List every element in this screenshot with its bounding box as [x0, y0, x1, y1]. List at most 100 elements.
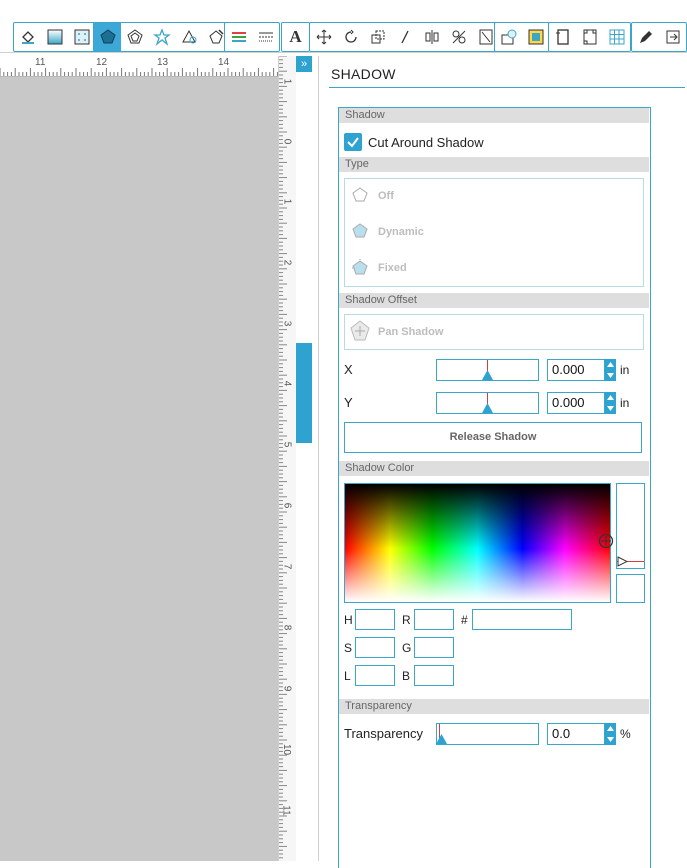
- y-unit: in: [620, 396, 630, 410]
- dynamic-pentagon-icon: [352, 223, 368, 238]
- text-style-icon[interactable]: A: [282, 23, 309, 51]
- grid-icon[interactable]: [603, 23, 630, 51]
- x-slider-thumb[interactable]: [482, 370, 493, 380]
- b-input[interactable]: [414, 665, 454, 686]
- toolbar-group-transform: [309, 22, 500, 52]
- y-offset-input[interactable]: 0.000: [547, 392, 605, 414]
- r-label: R: [402, 613, 411, 627]
- hash-label: #: [461, 613, 468, 627]
- l-input[interactable]: [355, 665, 395, 686]
- h-input[interactable]: [355, 609, 395, 630]
- section-header-offset: Shadow Offset: [339, 293, 649, 308]
- stepper-arrows-icon: [607, 395, 614, 411]
- align-icon[interactable]: [418, 23, 445, 51]
- ruler-label: 7: [281, 563, 293, 570]
- ruler-ticks: [0, 68, 278, 76]
- ruler-label: 14: [218, 57, 230, 68]
- x-label: X: [344, 362, 353, 377]
- spectrum-crosshair-icon[interactable]: [598, 533, 614, 549]
- stepper-arrows-icon: [607, 362, 614, 378]
- ruler-label: 2: [281, 259, 293, 266]
- h-label: H: [344, 613, 353, 627]
- trace-icon[interactable]: [495, 23, 522, 51]
- cut-around-shadow-checkbox[interactable]: [344, 133, 362, 151]
- rotate-icon[interactable]: [337, 23, 364, 51]
- x-offset-input[interactable]: 0.000: [547, 359, 605, 381]
- g-input[interactable]: [414, 637, 454, 658]
- ruler-label: 1: [281, 78, 293, 85]
- pan-shadow-label: Pan Shadow: [378, 326, 444, 338]
- toolbar-group-text: A: [281, 22, 310, 52]
- section-header-type: Type: [339, 157, 649, 172]
- hex-input[interactable]: [472, 609, 572, 630]
- ruler-label: 11: [280, 805, 292, 816]
- page-setup-icon[interactable]: [549, 23, 576, 51]
- offset-pentagon-icon[interactable]: [121, 23, 148, 51]
- transparency-input[interactable]: 0.0: [547, 723, 605, 745]
- ruler-label: 8: [281, 624, 293, 631]
- pan-shadow-icon: [350, 320, 370, 341]
- off-pentagon-icon: [352, 187, 368, 202]
- cutting-mat-canvas[interactable]: [0, 56, 278, 861]
- x-offset-slider[interactable]: [436, 359, 539, 381]
- fill-bucket-icon[interactable]: [14, 23, 41, 51]
- b-label: B: [402, 669, 411, 683]
- toolbar-group-trace: [494, 22, 550, 52]
- luminance-slider[interactable]: [616, 483, 645, 569]
- shear-icon[interactable]: [391, 23, 418, 51]
- y-offset-slider[interactable]: [436, 392, 539, 414]
- shadow-pentagon-icon[interactable]: [94, 23, 121, 51]
- send-icon[interactable]: [659, 23, 686, 51]
- y-label: Y: [344, 395, 353, 410]
- transparency-slider[interactable]: [436, 723, 539, 745]
- y-slider-thumb[interactable]: [482, 403, 493, 413]
- toolbar-group-lines: [224, 22, 280, 52]
- luminance-thumb[interactable]: [617, 556, 628, 567]
- section-header-transparency: Transparency: [339, 699, 649, 714]
- gradient-icon[interactable]: [41, 23, 68, 51]
- collapse-panel-icon[interactable]: »: [296, 56, 312, 72]
- sketch-pen-icon[interactable]: [632, 23, 659, 51]
- ruler-label: 11: [35, 57, 46, 68]
- vertical-ruler-ticks: [279, 56, 287, 859]
- panel-splitter[interactable]: [296, 72, 312, 861]
- line-color-icon[interactable]: [225, 23, 252, 51]
- edit-points-icon[interactable]: [175, 23, 202, 51]
- transparency-unit: %: [620, 727, 631, 741]
- panel-title: SHADOW: [331, 66, 396, 82]
- ruler-label: 10: [281, 743, 293, 756]
- ruler-label: 5: [281, 441, 293, 448]
- color-spectrum-picker[interactable]: [344, 483, 611, 603]
- scroll-position-marker[interactable]: [296, 343, 312, 443]
- type-dynamic[interactable]: Dynamic: [378, 226, 424, 238]
- type-fixed[interactable]: Fixed: [378, 262, 407, 274]
- transparency-slider-thumb[interactable]: [436, 734, 447, 744]
- vertical-ruler: 1 0 1 2 3 4 5 6 7 8 9 10 11: [278, 56, 297, 861]
- r-input[interactable]: [414, 609, 454, 630]
- type-off[interactable]: Off: [378, 190, 394, 202]
- x-unit: in: [620, 363, 630, 377]
- x-offset-stepper[interactable]: [605, 359, 616, 381]
- section-header-shadow: Shadow: [339, 108, 649, 123]
- toolbar-group-shapes: [93, 22, 230, 52]
- y-offset-stepper[interactable]: [605, 392, 616, 414]
- s-input[interactable]: [355, 637, 395, 658]
- registration-marks-icon[interactable]: [576, 23, 603, 51]
- line-style-icon[interactable]: [252, 23, 279, 51]
- move-icon[interactable]: [310, 23, 337, 51]
- ruler-label: 9: [281, 685, 293, 692]
- image-trace-icon[interactable]: [522, 23, 549, 51]
- replicate-icon[interactable]: [445, 23, 472, 51]
- transparency-stepper[interactable]: [605, 723, 616, 745]
- ruler-label: 3: [281, 320, 293, 327]
- checkmark-icon: [347, 137, 359, 148]
- scale-icon[interactable]: [364, 23, 391, 51]
- pattern-icon[interactable]: [68, 23, 95, 51]
- horizontal-ruler: 11 12 13 14: [0, 56, 278, 77]
- star-shape-icon[interactable]: [148, 23, 175, 51]
- g-label: G: [402, 641, 412, 655]
- ruler-label: 6: [281, 502, 293, 509]
- s-label: S: [344, 641, 353, 655]
- release-shadow-button[interactable]: Release Shadow: [344, 422, 642, 453]
- title-divider: [329, 87, 685, 88]
